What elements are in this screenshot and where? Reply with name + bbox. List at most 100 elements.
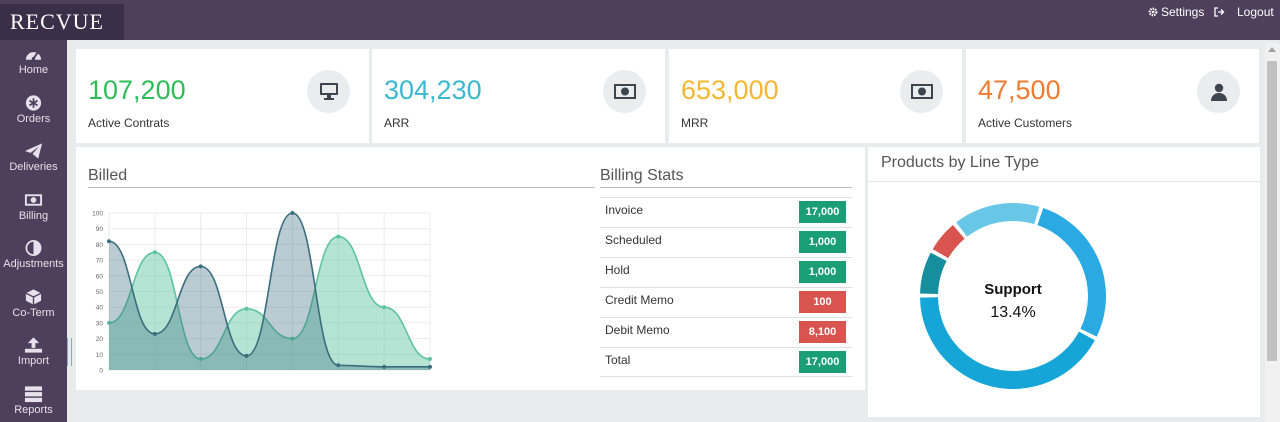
sidebar-item-billing[interactable]: Billing: [0, 186, 67, 235]
data-point: [336, 234, 341, 239]
data-point: [244, 306, 249, 311]
billing-stats-row: Debit Memo 8,100: [600, 317, 852, 347]
kpi-value: 304,230: [384, 75, 482, 105]
y-tick-label: 10: [96, 352, 104, 359]
sign-out-icon: [1214, 7, 1225, 17]
kpi-icon-badge: [900, 70, 943, 113]
billing-stats-total-row: Total 17,000: [600, 347, 852, 377]
desktop-icon: [319, 83, 338, 100]
billing-stats-row: Invoice 17,000: [600, 197, 852, 227]
data-point: [107, 239, 111, 244]
row-label: Debit Memo: [605, 323, 670, 337]
asterisk-icon: [25, 94, 42, 111]
divider: [868, 181, 1260, 182]
kpi-label: ARR: [384, 116, 410, 130]
sidebar-item-coterm[interactable]: Co-Term: [0, 283, 67, 332]
sidebar-item-label: Import: [17, 355, 50, 367]
y-tick-label: 70: [96, 258, 104, 265]
top-bar: RECVUE Settings Logout: [0, 0, 1280, 40]
gear-icon: [1148, 7, 1158, 17]
row-badge: 17,000: [799, 351, 846, 373]
data-point: [198, 264, 203, 269]
billing-stats-row: Hold 1,000: [600, 257, 852, 287]
kpi-icon-badge: [1197, 70, 1240, 113]
donut-center-label: Support: [984, 281, 1042, 298]
kpi-card-mrr: 653,000 MRR: [669, 49, 962, 143]
divider: [600, 187, 852, 188]
donut-slice: [956, 203, 1040, 237]
sidebar-item-label: Home: [18, 64, 49, 76]
sidebar-item-label: Deliveries: [9, 161, 58, 173]
row-badge: 1,000: [799, 231, 846, 253]
scrollbar-thumb[interactable]: [1267, 61, 1277, 361]
logout-link[interactable]: Logout: [1214, 5, 1274, 19]
row-badge: 1,000: [799, 261, 846, 283]
y-tick-label: 50: [96, 289, 104, 296]
settings-link[interactable]: Settings: [1148, 5, 1204, 19]
row-label: Hold: [605, 263, 630, 277]
data-point: [336, 363, 341, 368]
app-logo: RECVUE: [0, 4, 124, 40]
data-point: [152, 250, 157, 255]
donut-slice: [932, 224, 965, 259]
kpi-label: MRR: [681, 116, 709, 130]
sidebar-item-label: Co-Term: [12, 306, 55, 319]
sidebar-item-label: Billing: [18, 209, 49, 222]
billed-area-chart: 0 10 20 30 40 50 60 70 80 90 100: [92, 211, 432, 375]
y-tick-label: 30: [96, 320, 104, 327]
sidebar: Home Orders Deliveries Billing Adjustmen…: [0, 40, 67, 422]
logout-label: Logout: [1237, 5, 1274, 19]
y-tick-label: 0: [99, 368, 103, 375]
kpi-value: 107,200: [88, 75, 186, 105]
data-point: [152, 331, 157, 336]
y-tick-label: 80: [96, 242, 104, 249]
kpi-card-active-contracts: 107,200 Active Contrats: [76, 49, 369, 143]
data-point: [382, 364, 387, 369]
money-icon: [613, 84, 636, 99]
kpi-value: 653,000: [681, 75, 779, 105]
upload-icon: [24, 337, 43, 353]
sidebar-item-reports[interactable]: Reports: [0, 380, 67, 422]
sidebar-item-deliveries[interactable]: Deliveries: [0, 137, 67, 186]
kpi-icon-badge: [307, 70, 350, 113]
row-badge: 100: [799, 291, 846, 313]
kpi-label: Active Customers: [978, 116, 1073, 130]
data-point: [244, 353, 249, 358]
sidebar-item-home[interactable]: Home: [0, 40, 67, 89]
billing-stats-row: Scheduled 1,000: [600, 227, 852, 257]
billing-stats-row: Credit Memo 100: [600, 287, 852, 317]
page-scrollbar[interactable]: [1265, 43, 1280, 422]
divider: [88, 187, 595, 188]
data-point: [428, 364, 432, 369]
row-badge: 8,100: [799, 321, 846, 343]
billed-title: Billed: [88, 167, 128, 184]
sidebar-item-adjustments[interactable]: Adjustments: [0, 234, 67, 283]
y-tick-label: 20: [96, 336, 104, 343]
row-badge: 17,000: [799, 201, 846, 223]
paper-plane-icon: [24, 143, 43, 159]
sidebar-item-import[interactable]: Import: [0, 331, 67, 380]
money-icon: [910, 84, 933, 99]
billing-stats-title: Billing Stats: [600, 167, 684, 184]
row-label: Total: [605, 353, 631, 367]
kpi-card-arr: 304,230 ARR: [372, 49, 665, 143]
sidebar-item-orders[interactable]: Orders: [0, 89, 67, 138]
sidebar-item-label: Reports: [14, 403, 53, 416]
data-point: [382, 305, 387, 310]
kpi-label: Active Contrats: [88, 116, 170, 130]
server-icon: [24, 385, 43, 402]
y-tick-label: 40: [96, 305, 104, 312]
sidebar-collapse-handle[interactable]: [67, 338, 72, 366]
row-label: Credit Memo: [605, 293, 674, 307]
settings-label: Settings: [1161, 5, 1205, 19]
user-icon: [1210, 83, 1227, 101]
kpi-card-active-customers: 47,500 Active Customers: [966, 49, 1259, 143]
products-title: Products by Line Type: [881, 154, 1040, 171]
y-tick-label: 60: [96, 273, 104, 280]
dashboard-icon: [25, 52, 42, 61]
y-tick-label: 90: [96, 226, 104, 233]
kpi-value: 47,500: [978, 75, 1061, 105]
kpi-icon-badge: [603, 70, 646, 113]
sidebar-item-label: Orders: [16, 112, 51, 125]
row-label: Scheduled: [605, 233, 662, 247]
